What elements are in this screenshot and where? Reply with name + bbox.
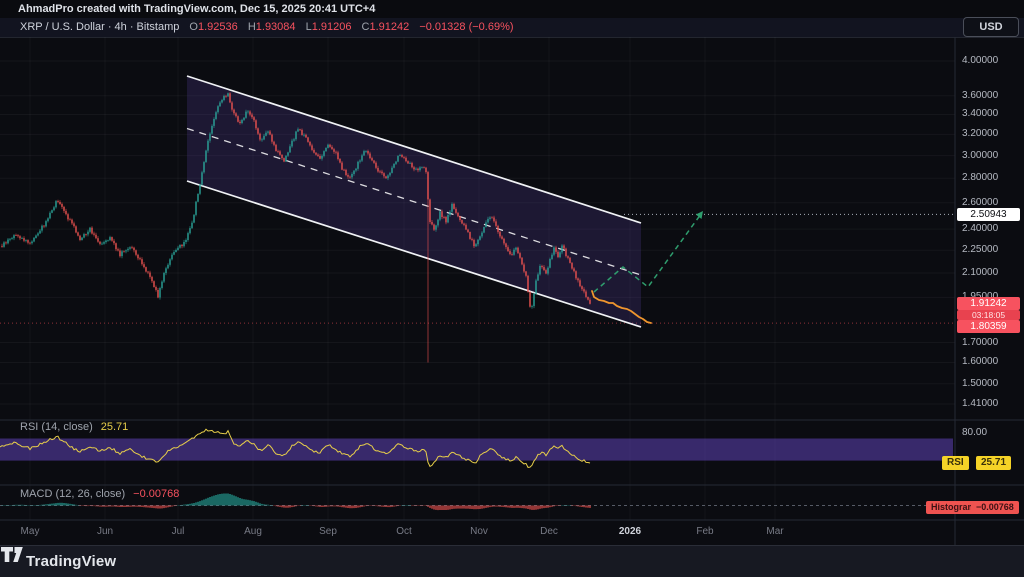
macd-title: MACD (12, 26, close)	[20, 488, 125, 500]
time-axis-label: Aug	[244, 526, 262, 537]
price-axis-label: 2.40000	[962, 223, 998, 235]
time-axis-label: 2026	[619, 526, 641, 537]
macd-value: −0.00768	[133, 488, 179, 500]
countdown-label: 03:18:05	[957, 310, 1020, 320]
price-axis-label: 2.80000	[962, 172, 998, 184]
time-axis-label: May	[21, 526, 40, 537]
footer: TradingView	[0, 545, 1024, 577]
last-price-label: 1.91242	[957, 297, 1020, 310]
tradingview-snapshot: AhmadPro created with TradingView.com, D…	[0, 0, 1024, 577]
price-axis-label: 3.40000	[962, 108, 998, 120]
alert-price-label: 1.80359	[957, 320, 1020, 333]
time-axis-label: Feb	[696, 526, 713, 537]
price-axis-label: 4.00000	[962, 55, 998, 67]
time-axis-label: Nov	[470, 526, 488, 537]
tradingview-logo-icon	[0, 546, 24, 563]
price-axis-label: 1.50000	[962, 378, 998, 390]
rsi-value-badge: 25.71	[976, 456, 1011, 470]
rsi-badge: RSI	[942, 456, 969, 470]
macd-legend[interactable]: MACD (12, 26, close) −0.00768	[20, 488, 179, 500]
rsi-title: RSI (14, close)	[20, 421, 93, 433]
price-axis-label: 2.25000	[962, 244, 998, 256]
price-axis-label: 1.60000	[962, 356, 998, 368]
rsi-legend[interactable]: RSI (14, close) 25.71	[20, 421, 128, 433]
price-axis-label: 3.60000	[962, 90, 998, 102]
time-axis-label: Jul	[172, 526, 185, 537]
price-axis-label: 1.41000	[962, 398, 998, 410]
target-price-label: 2.50943	[957, 208, 1020, 221]
price-axis-label: 1.70000	[962, 337, 998, 349]
price-axis-label: 3.00000	[962, 150, 998, 162]
rsi-value: 25.71	[101, 421, 129, 433]
time-axis-label: Mar	[766, 526, 783, 537]
time-axis-label: Sep	[319, 526, 337, 537]
time-axis-label: Oct	[396, 526, 412, 537]
rsi-scale-label: 80.00	[962, 427, 987, 439]
histogram-value-badge: −0.00768	[971, 501, 1019, 514]
price-axis-label: 2.10000	[962, 267, 998, 279]
price-axis-label: 3.20000	[962, 128, 998, 140]
time-axis-label: Jun	[97, 526, 113, 537]
time-axis-label: Dec	[540, 526, 558, 537]
tradingview-brand: TradingView	[26, 553, 116, 570]
